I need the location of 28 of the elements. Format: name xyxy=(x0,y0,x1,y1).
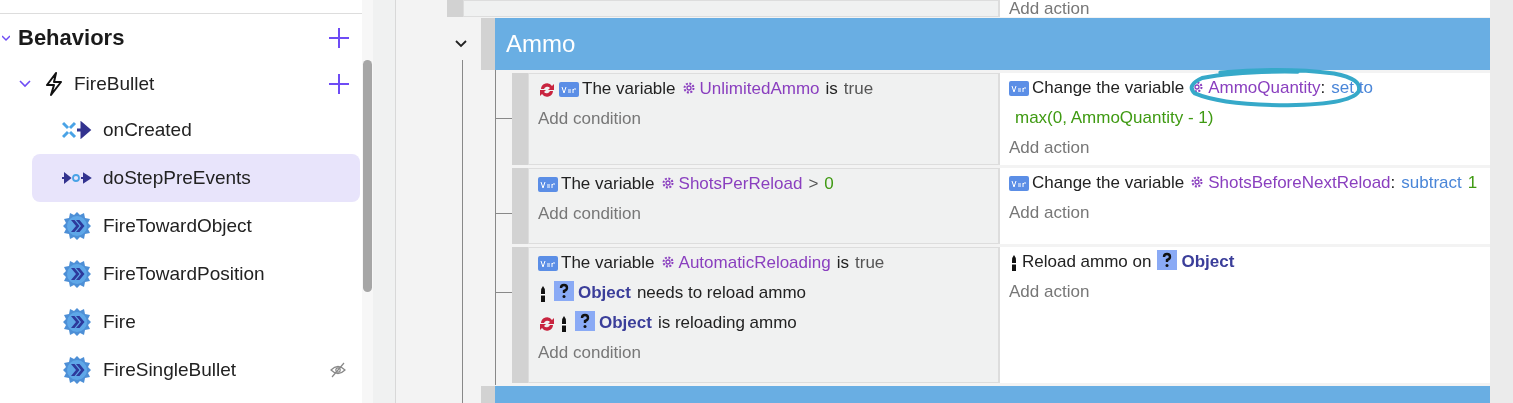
condition[interactable]: The variable UnlimitedAmmo is true xyxy=(538,74,989,104)
function-item[interactable]: FireTowardObject xyxy=(32,202,360,250)
add-condition-link[interactable]: Add condition xyxy=(538,199,642,229)
add-condition-link[interactable]: Add condition xyxy=(538,338,642,368)
add-condition-link[interactable]: Add condition xyxy=(538,104,642,134)
function-item[interactable]: onCreated xyxy=(32,106,360,154)
add-action-link[interactable]: Add action xyxy=(1009,0,1090,17)
section-title: Behaviors xyxy=(18,25,126,51)
function-name: FireSingleBullet xyxy=(103,359,238,381)
add-action-link[interactable]: Add action xyxy=(1009,277,1090,307)
action[interactable]: Change the variable ShotsBeforeNextReload: subtract 1 xyxy=(1009,168,1481,198)
behavior-name[interactable]: FireBullet xyxy=(74,73,328,95)
function-name: FireTowardObject xyxy=(103,215,253,237)
condition[interactable]: Object needs to reload ammo xyxy=(538,278,989,308)
condition[interactable]: The variable ShotsPerReload > 0 xyxy=(538,169,989,199)
function-item[interactable]: Fire xyxy=(32,298,360,346)
function-name: onCreated xyxy=(103,119,193,141)
function-name: doStepPreEvents xyxy=(103,167,252,189)
add-action-link[interactable]: Add action xyxy=(1009,198,1090,228)
add-action-link[interactable]: Add action xyxy=(1009,133,1090,163)
function-name: Fire xyxy=(103,311,137,333)
function-item[interactable]: doStepPreEvents xyxy=(32,154,360,202)
function-item[interactable]: FireTowardPosition xyxy=(32,250,360,298)
condition[interactable]: Object is reloading ammo xyxy=(538,308,989,338)
function-item[interactable]: FireSingleBullet xyxy=(32,346,360,394)
condition[interactable]: The variable AutomaticReloading is true xyxy=(538,248,989,278)
action[interactable]: Reload ammo on Object xyxy=(1009,247,1481,277)
function-name: FireTowardPosition xyxy=(103,263,266,285)
